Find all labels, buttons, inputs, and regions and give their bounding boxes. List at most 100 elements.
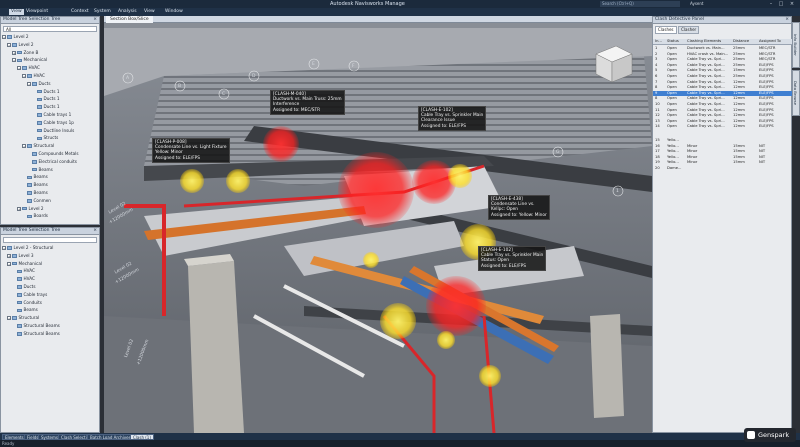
- tree-item[interactable]: Cable trays 1p: [32, 120, 74, 126]
- close-icon[interactable]: ×: [93, 17, 97, 23]
- tree-item[interactable]: Cable trays: [12, 292, 47, 298]
- side-tab-data-browse[interactable]: Data Browse: [792, 70, 800, 116]
- tree-item[interactable]: Cable trays 1: [32, 112, 71, 118]
- tree-item[interactable]: Conmen: [22, 198, 51, 204]
- tab-clashes[interactable]: Clashes: [655, 26, 677, 34]
- collapse-icon[interactable]: −: [27, 81, 31, 86]
- clash-callout[interactable]: [CLASH-E-102] Cable Tray vs. Sprinkler Ma…: [478, 246, 547, 271]
- tree-item-label: HVAC: [28, 65, 40, 71]
- menu-item[interactable]: Analysis: [116, 9, 139, 15]
- tree-item[interactable]: − HVAC: [22, 73, 45, 79]
- close-icon[interactable]: ×: [785, 17, 789, 23]
- tree-item[interactable]: Structs: [32, 135, 58, 141]
- tree-item[interactable]: Beams: [22, 190, 48, 196]
- tree-item[interactable]: Beams: [22, 174, 48, 180]
- tree-item[interactable]: Compounds Metals: [27, 151, 79, 157]
- table-cell: Dame...: [667, 166, 682, 170]
- tree-item[interactable]: HVAC: [12, 276, 35, 282]
- clash-callout[interactable]: [CLASH-E-102] Cable Tray vs. Sprinkler Ma…: [418, 106, 487, 131]
- expand-icon[interactable]: +: [17, 206, 21, 211]
- tree-item[interactable]: HVAC: [12, 268, 35, 274]
- menu-item[interactable]: View: [9, 9, 24, 15]
- clash-callout[interactable]: [CLASH-E-438] Condensate Line vs. Kellpc: …: [488, 195, 550, 220]
- panel-title: Model Tree Selection Tree: [3, 228, 61, 233]
- collapse-icon[interactable]: −: [22, 144, 26, 149]
- tree-item[interactable]: Structural Beams: [12, 323, 60, 329]
- tree-item[interactable]: Ductline Insuls: [32, 128, 74, 134]
- collapse-icon[interactable]: −: [7, 316, 11, 321]
- close-icon[interactable]: ×: [787, 0, 797, 8]
- column-header[interactable]: Clashing Elements: [687, 39, 732, 45]
- model-tree-panel-bottom: Model Tree Selection Tree × − Level 2 - S…: [0, 227, 100, 433]
- panel-title: Model Tree Selection Tree: [3, 17, 61, 22]
- 3d-viewport[interactable]: A B C D E F G 1 Level 02 +12000mm Level …: [104, 16, 652, 433]
- tree-item[interactable]: + Level 2: [17, 206, 44, 212]
- collapse-icon[interactable]: −: [22, 74, 26, 78]
- tree-item[interactable]: − Ducts: [27, 81, 51, 87]
- folder-icon: [17, 285, 22, 289]
- clash-callout[interactable]: [CLASH-M-040] Ductwork vs. Main Truss: 25…: [270, 90, 345, 115]
- expand-icon[interactable]: +: [7, 253, 11, 258]
- menu-item[interactable]: Context: [69, 9, 91, 15]
- user-name[interactable]: Aysent: [690, 1, 703, 6]
- tree-item-label: Beams: [33, 182, 48, 188]
- collapse-icon[interactable]: −: [12, 58, 16, 63]
- table-row[interactable]: 14 Open Cable Tray vs. Spri... 12mm ELE/FPS: [653, 124, 792, 130]
- menu-item[interactable]: View: [142, 9, 157, 15]
- tree-item[interactable]: Beams: [22, 182, 48, 188]
- tree-item[interactable]: − Level 2: [7, 42, 34, 48]
- tree-item[interactable]: + Zone B: [12, 50, 38, 56]
- bottom-tab[interactable]: Clash (1): [130, 433, 154, 440]
- tab-section-box[interactable]: Section Box/Slice: [106, 16, 153, 23]
- menu-item[interactable]: Viewpoint: [24, 9, 50, 15]
- tree-item[interactable]: Beams: [12, 307, 38, 313]
- bottom-tab[interactable]: Batch Load Archives: [87, 433, 134, 440]
- tree-item[interactable]: Beams: [27, 167, 53, 173]
- tree-item[interactable]: − HVAC: [17, 65, 40, 71]
- collapse-icon[interactable]: −: [2, 35, 6, 39]
- collapse-icon[interactable]: −: [7, 42, 11, 47]
- tree-item[interactable]: Electrical conduits: [27, 159, 77, 165]
- table-cell: 12mm: [733, 124, 745, 129]
- table-row[interactable]: 20 Dame...: [653, 166, 792, 172]
- tree-item-label: Cable trays 1: [43, 112, 72, 117]
- collapse-icon[interactable]: −: [17, 66, 21, 71]
- folder-icon: [27, 191, 32, 195]
- clash-callout[interactable]: [CLASH-P-008] Condensate Line vs. Light F…: [152, 138, 230, 163]
- maximize-icon[interactable]: □: [776, 0, 786, 8]
- tree-item[interactable]: Conduits: [12, 300, 42, 306]
- column-header[interactable]: Assigned To: [759, 39, 791, 45]
- minimize-icon[interactable]: –: [766, 0, 776, 8]
- collapse-icon[interactable]: −: [7, 261, 11, 266]
- tree-item[interactable]: + Level 3: [7, 253, 34, 259]
- side-tab-info-builder[interactable]: Info Builder: [792, 22, 800, 68]
- expand-icon[interactable]: +: [12, 50, 16, 55]
- tree-item[interactable]: − Structural: [7, 315, 39, 321]
- column-header[interactable]: Distance: [733, 39, 758, 45]
- search-input[interactable]: Search (Ctrl+Q): [600, 1, 680, 7]
- tree-item[interactable]: − Level 2 - Structural: [2, 245, 53, 251]
- menu-item[interactable]: Window: [163, 9, 185, 15]
- tree-item[interactable]: Structural Beams: [12, 331, 60, 337]
- column-header[interactable]: Status: [667, 39, 686, 45]
- tree-item[interactable]: Boards: [22, 213, 48, 219]
- tree-item[interactable]: Ducts 1: [32, 104, 60, 110]
- tree-filter-dropdown[interactable]: All: [3, 26, 97, 32]
- bottom-tab[interactable]: Elements: [2, 433, 27, 440]
- collapse-icon[interactable]: −: [2, 246, 6, 250]
- close-icon[interactable]: ×: [93, 228, 97, 234]
- tab-clasher[interactable]: Clasher: [678, 26, 700, 34]
- menu-item[interactable]: System: [92, 9, 113, 15]
- folder-icon: [17, 308, 22, 313]
- table-cell: Open: [667, 124, 677, 129]
- column-header[interactable]: In...: [655, 39, 666, 45]
- tree-item[interactable]: Ducts 1: [32, 96, 60, 102]
- tree-item[interactable]: Ducts 1: [32, 89, 60, 95]
- tree-item[interactable]: − Level 2: [2, 34, 29, 40]
- tree-item[interactable]: − Mechanical: [12, 57, 47, 63]
- tree-item[interactable]: − Structural: [22, 143, 54, 149]
- tree-filter-dropdown[interactable]: [3, 237, 97, 243]
- tree-item[interactable]: − Mechanical: [7, 261, 42, 267]
- tree-item-label: Conmen: [33, 197, 51, 203]
- tree-item[interactable]: Ducts: [12, 284, 36, 290]
